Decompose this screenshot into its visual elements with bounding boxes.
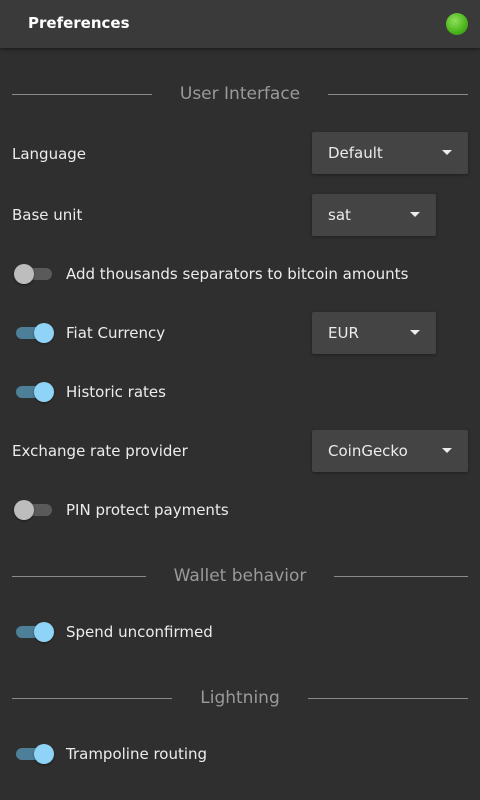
fiat-currency-dropdown-value: EUR	[328, 324, 359, 342]
section-header-user-interface: User Interface	[12, 82, 469, 106]
thousands-separators-label: Add thousands separators to bitcoin amou…	[66, 265, 409, 283]
preferences-page: Preferences User Interface Language Defa…	[0, 0, 480, 800]
chevron-down-icon	[410, 330, 420, 335]
section-divider	[328, 93, 469, 95]
language-dropdown-value: Default	[328, 144, 383, 162]
trampoline-routing-label: Trampoline routing	[66, 745, 208, 763]
section-divider	[12, 93, 152, 95]
toggle-knob	[34, 382, 54, 402]
fiat-currency-label: Fiat Currency	[66, 324, 166, 342]
spend-unconfirmed-label: Spend unconfirmed	[66, 623, 213, 641]
section-divider	[12, 575, 146, 577]
section-title-wallet-behavior: Wallet behavior	[173, 566, 307, 586]
section-divider	[334, 575, 469, 577]
trampoline-routing-toggle[interactable]	[14, 744, 54, 764]
historic-rates-label: Historic rates	[66, 383, 166, 401]
toggle-knob	[34, 622, 54, 642]
chevron-down-icon	[410, 212, 420, 217]
toggle-knob	[14, 264, 34, 284]
pin-protect-toggle[interactable]	[14, 500, 54, 520]
section-header-lightning: Lightning	[12, 686, 468, 710]
language-label: Language	[12, 145, 87, 163]
toggle-knob	[14, 500, 34, 520]
fiat-currency-toggle[interactable]	[14, 323, 54, 343]
thousands-separators-toggle[interactable]	[14, 264, 54, 284]
section-title-lightning: Lightning	[200, 688, 280, 708]
section-divider	[307, 697, 468, 699]
chevron-down-icon	[442, 150, 452, 155]
exchange-rate-provider-dropdown[interactable]: CoinGecko	[312, 430, 468, 472]
language-dropdown[interactable]: Default	[312, 132, 468, 174]
network-status-icon[interactable]	[446, 13, 468, 35]
page-title: Preferences	[28, 14, 130, 32]
historic-rates-toggle[interactable]	[14, 382, 54, 402]
spend-unconfirmed-toggle[interactable]	[14, 622, 54, 642]
base-unit-dropdown-value: sat	[328, 206, 351, 224]
section-header-wallet-behavior: Wallet behavior	[12, 564, 469, 588]
exchange-rate-provider-dropdown-value: CoinGecko	[328, 442, 408, 460]
fiat-currency-dropdown[interactable]: EUR	[312, 312, 436, 354]
base-unit-label: Base unit	[12, 206, 83, 224]
pin-protect-label: PIN protect payments	[66, 501, 229, 519]
header-bar: Preferences	[0, 0, 480, 48]
exchange-rate-provider-label: Exchange rate provider	[12, 442, 188, 460]
toggle-knob	[34, 744, 54, 764]
chevron-down-icon	[442, 448, 452, 453]
section-divider	[12, 697, 173, 699]
base-unit-dropdown[interactable]: sat	[312, 194, 436, 236]
toggle-knob	[34, 323, 54, 343]
section-title-user-interface: User Interface	[179, 84, 301, 104]
